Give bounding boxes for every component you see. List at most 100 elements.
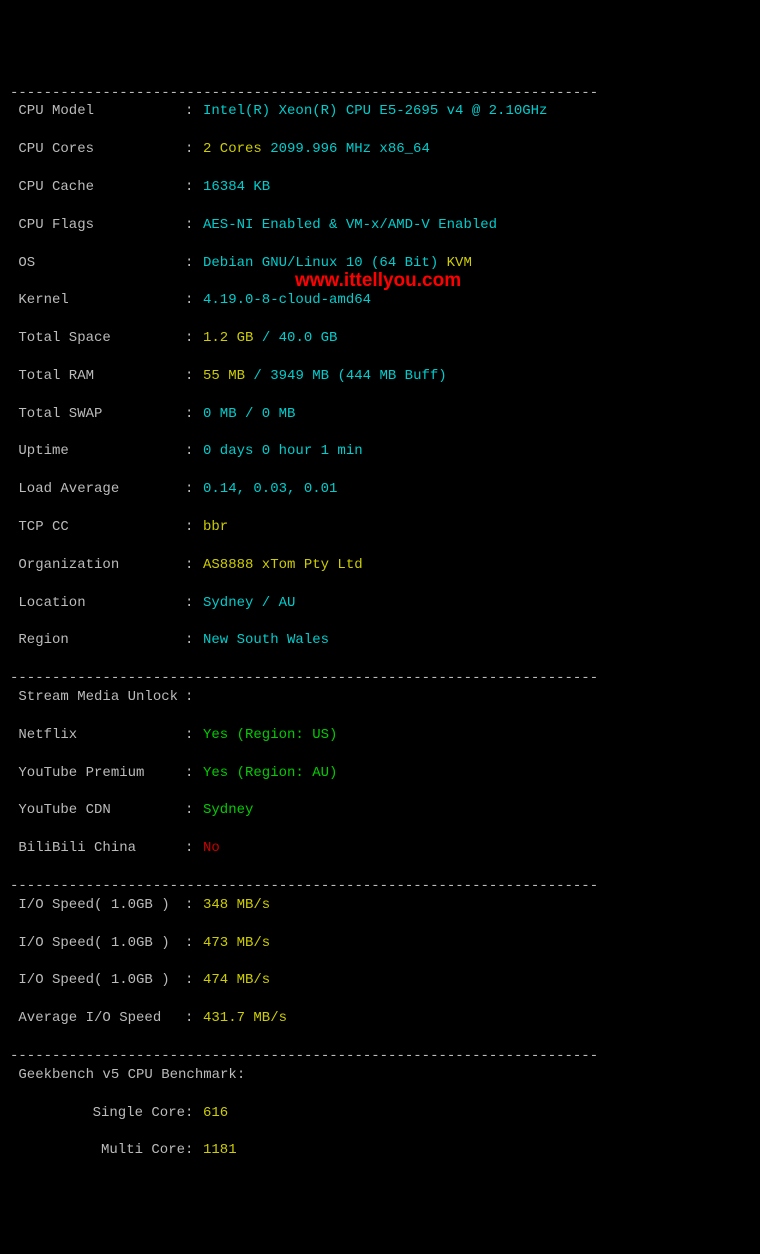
io-run1-value: 348 MB/s [203,897,270,913]
stream-header-row: Stream Media Unlock: [10,688,750,707]
geekbench-single-label: Single Core [10,1104,185,1123]
divider-top: ----------------------------------------… [10,85,598,101]
io-run2-label: I/O Speed( 1.0GB ) [10,934,185,953]
org-row: Organization: AS8888 xTom Pty Ltd [10,556,750,575]
tcp-cc-row: TCP CC: bbr [10,518,750,537]
cpu-cores-freq: 2099.996 MHz x86_64 [270,141,430,157]
colon: : [185,216,203,235]
total-space-used: 1.2 GB [203,330,253,346]
bilibili-value: No [203,840,220,856]
cpu-model-label: CPU Model [10,102,185,121]
geekbench-single-value: 616 [203,1105,228,1121]
uptime-value: 0 days 0 hour 1 min [203,443,363,459]
io-run3-label: I/O Speed( 1.0GB ) [10,971,185,990]
netflix-value: Yes (Region: US) [203,727,337,743]
io-run1-label: I/O Speed( 1.0GB ) [10,896,185,915]
total-space-sep: / [253,330,278,346]
colon: : [185,140,203,159]
colon: : [185,329,203,348]
total-swap-row: Total SWAP: 0 MB / 0 MB [10,405,750,424]
total-ram-buff: (444 MB Buff) [337,368,446,384]
uptime-row: Uptime: 0 days 0 hour 1 min [10,442,750,461]
geekbench-multi-row: Multi Core: 1181 [10,1141,750,1160]
io-run2-value: 473 MB/s [203,935,270,951]
colon: : [185,291,203,310]
colon: : [185,518,203,537]
colon: : [185,254,203,273]
colon: : [185,1104,203,1123]
yt-cdn-row: YouTube CDN: Sydney [10,801,750,820]
kernel-value: 4.19.0-8-cloud-amd64 [203,292,371,308]
colon: : [185,1141,203,1160]
io-run2-row: I/O Speed( 1.0GB ): 473 MB/s [10,934,750,953]
colon: : [185,102,203,121]
stream-header-label: Stream Media Unlock [10,688,185,707]
cpu-cache-value: 16384 KB [203,179,270,195]
region-value: New South Wales [203,632,329,648]
yt-premium-label: YouTube Premium [10,764,185,783]
colon: : [185,178,203,197]
colon: : [185,839,203,858]
kernel-label: Kernel [10,291,185,310]
colon: : [185,726,203,745]
org-value: AS8888 xTom Pty Ltd [203,557,363,573]
load-row: Load Average: 0.14, 0.03, 0.01 [10,480,750,499]
total-ram-used: 55 MB [203,368,245,384]
netflix-label: Netflix [10,726,185,745]
load-label: Load Average [10,480,185,499]
io-avg-value: 431.7 MB/s [203,1010,287,1026]
os-label: OS [10,254,185,273]
cpu-cache-label: CPU Cache [10,178,185,197]
io-run3-value: 474 MB/s [203,972,270,988]
region-label: Region [10,631,185,650]
total-swap-value: 0 MB / 0 MB [203,406,295,422]
io-avg-row: Average I/O Speed: 431.7 MB/s [10,1009,750,1028]
colon: : [185,367,203,386]
total-ram-label: Total RAM [10,367,185,386]
colon: : [185,594,203,613]
colon: : [185,688,203,707]
io-run1-row: I/O Speed( 1.0GB ): 348 MB/s [10,896,750,915]
org-label: Organization [10,556,185,575]
colon: : [185,556,203,575]
divider-stream: ----------------------------------------… [10,670,598,686]
cpu-flags-row: CPU Flags: AES-NI Enabled & VM-x/AMD-V E… [10,216,750,235]
colon: : [185,631,203,650]
geekbench-multi-label: Multi Core [10,1141,185,1160]
colon: : [185,934,203,953]
yt-cdn-value: Sydney [203,802,253,818]
io-run3-row: I/O Speed( 1.0GB ): 474 MB/s [10,971,750,990]
yt-premium-value: Yes (Region: AU) [203,765,337,781]
cpu-cores-label: CPU Cores [10,140,185,159]
colon: : [185,801,203,820]
colon: : [185,764,203,783]
geekbench-multi-value: 1181 [203,1142,237,1158]
total-space-label: Total Space [10,329,185,348]
colon: : [185,896,203,915]
geekbench-single-row: Single Core: 616 [10,1104,750,1123]
cpu-cores-row: CPU Cores: 2 Cores 2099.996 MHz x86_64 [10,140,750,159]
location-value: Sydney / AU [203,595,295,611]
divider-io: ----------------------------------------… [10,878,598,894]
colon: : [185,971,203,990]
watermark-text: www.ittellyou.com [295,268,461,294]
total-ram-total: 3949 MB [270,368,329,384]
netflix-row: Netflix: Yes (Region: US) [10,726,750,745]
bilibili-row: BiliBili China: No [10,839,750,858]
colon: : [185,1009,203,1028]
cpu-flags-value: AES-NI Enabled & VM-x/AMD-V Enabled [203,217,497,233]
total-ram-row: Total RAM: 55 MB / 3949 MB (444 MB Buff) [10,367,750,386]
cpu-cache-row: CPU Cache: 16384 KB [10,178,750,197]
colon: : [185,442,203,461]
bilibili-label: BiliBili China [10,839,185,858]
divider-geekbench: ----------------------------------------… [10,1048,598,1064]
geekbench-header: Geekbench v5 CPU Benchmark: [10,1066,750,1085]
cpu-model-value: Intel(R) Xeon(R) CPU E5-2695 v4 @ 2.10GH… [203,103,547,119]
yt-premium-row: YouTube Premium: Yes (Region: AU) [10,764,750,783]
location-row: Location: Sydney / AU [10,594,750,613]
io-avg-label: Average I/O Speed [10,1009,185,1028]
cpu-cores-count: 2 Cores [203,141,262,157]
colon: : [185,405,203,424]
tcp-cc-value: bbr [203,519,228,535]
yt-cdn-label: YouTube CDN [10,801,185,820]
